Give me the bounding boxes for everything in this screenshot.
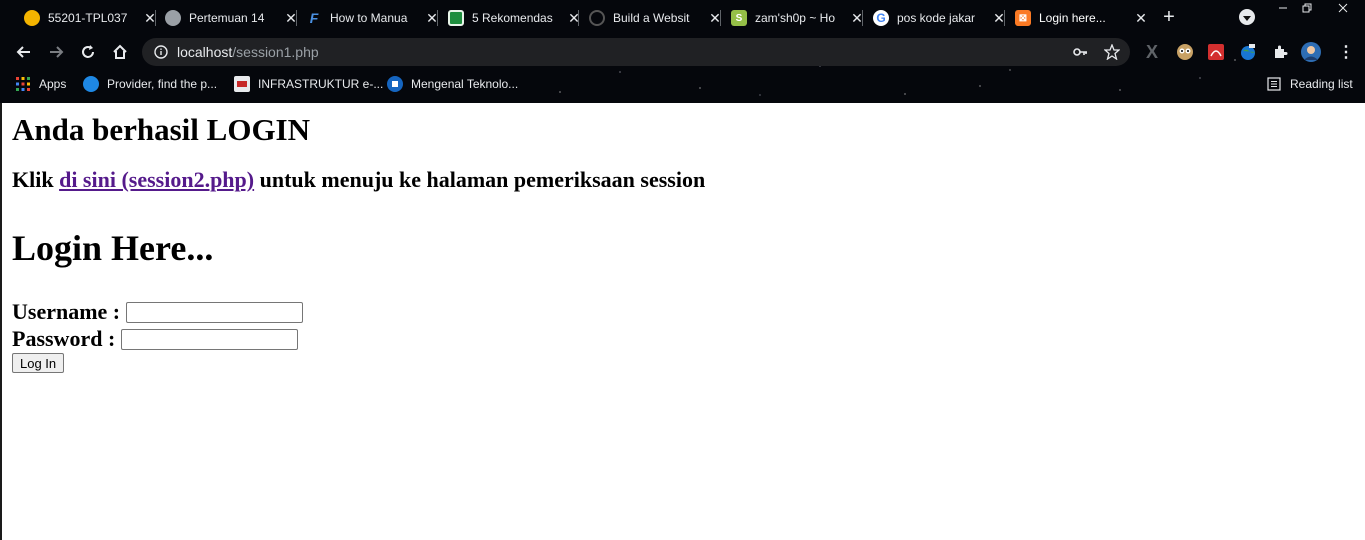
tab-title: Pertemuan 14 [189,11,265,25]
browser-chrome: 55201-TPL037 ✕ Pertemuan 14 ✕ F How to M… [0,0,1365,103]
reading-list-label: Reading list [1290,77,1353,91]
squarespace-icon [589,10,605,26]
earth-extension-icon[interactable] [1238,42,1258,62]
tab-1[interactable]: 55201-TPL037 ✕ [16,4,158,32]
login-button[interactable]: Log In [12,353,65,373]
password-row: Password : [12,326,299,352]
bookmarks-bar: Apps Provider, find the p... INFRASTRUKT… [0,70,1365,98]
tab-title: 5 Rekomendas [472,11,553,25]
tab-2[interactable]: Pertemuan 14 ✕ [157,4,299,32]
google-icon: G [873,10,889,26]
tab-title: 55201-TPL037 [48,11,128,25]
tab-4[interactable]: 5 Rekomendas ✕ [440,4,582,32]
key-icon[interactable] [1072,44,1088,60]
elementor-icon: F [309,10,319,26]
restore-icon[interactable] [1294,0,1320,16]
reload-icon[interactable] [76,40,100,64]
site-info-icon[interactable] [153,44,169,60]
bookmark-apps[interactable]: Apps [15,75,66,93]
url-host: localhost [177,44,233,60]
page-content: Anda berhasil LOGIN Klik di sini (sessio… [0,103,1365,540]
shopify-icon: S [731,10,747,26]
bookmark-mengenal[interactable]: Mengenal Teknolo... [387,75,518,93]
tab-5[interactable]: Build a Websit ✕ [581,4,723,32]
blue-square-icon [387,76,403,92]
tab-6[interactable]: S zam'sh0p ~ Ho ✕ [723,4,865,32]
username-input[interactable] [126,301,304,323]
url-path: /session1.php [232,44,319,60]
new-tab-plus-icon[interactable]: + [1158,6,1180,28]
tab-title: zam'sh0p ~ Ho [755,11,835,25]
reading-list-button[interactable]: Reading list [1266,75,1353,93]
doc-icon [234,76,250,92]
forward-arrow-icon[interactable] [44,40,68,64]
reading-list-icon [1266,76,1282,92]
success-heading: Anda berhasil LOGIN [12,112,311,147]
tab-7[interactable]: G pos kode jakar ✕ [865,4,1007,32]
xampp-icon: ⊠ [1015,10,1031,26]
username-row: Username : [12,299,304,325]
avatar[interactable] [1301,42,1321,62]
x-extension-icon[interactable]: X [1142,42,1162,62]
provider-icon [83,76,99,92]
tab-8-active[interactable]: ⊠ Login here... ✕ [1007,4,1149,32]
puzzle-extensions-icon[interactable] [1270,42,1290,62]
password-input[interactable] [121,328,299,350]
tab-title: Login here... [1039,11,1106,25]
session-notice: Klik di sini (session2.php) untuk menuju… [12,167,705,193]
bookmark-label: Mengenal Teknolo... [411,77,519,91]
close-icon[interactable]: ✕ [566,10,582,26]
bookmark-label: Provider, find the p... [107,77,218,91]
sheet-icon [448,10,464,26]
tab-title: Build a Websit [613,11,690,25]
moodle-icon [24,10,40,26]
minimize-icon[interactable] [1270,0,1296,16]
bookmark-provider[interactable]: Provider, find the p... [83,75,217,93]
menu-kebab-icon[interactable]: ⋮ [1336,42,1356,62]
bookmark-infrastruktur[interactable]: INFRASTRUKTUR e-... [234,75,383,93]
window-close-icon[interactable] [1330,0,1356,16]
notice-prefix: Klik [12,167,60,192]
url-text: localhost/session1.php [177,44,319,60]
tab-title: How to Manua [330,11,408,25]
globe-icon [165,10,181,26]
home-icon[interactable] [108,40,132,64]
username-label: Username : [12,299,121,324]
login-form-title: Login Here... [12,228,214,268]
owl-extension-icon[interactable] [1175,42,1195,62]
back-arrow-icon[interactable] [12,40,36,64]
session2-link[interactable]: di sini (session2.php) [59,167,254,192]
address-bar[interactable]: localhost/session1.php [142,38,1130,66]
close-icon[interactable]: ✕ [1133,10,1149,26]
password-label: Password : [12,326,116,351]
bookmark-star-icon[interactable] [1104,44,1120,60]
notice-suffix: untuk menuju ke halaman pemeriksaan sess… [254,167,706,192]
apps-grid-icon [15,76,31,92]
bookmark-label: Apps [39,77,67,91]
bookmark-label: INFRASTRUKTUR e-... [258,77,384,91]
tab-search-chevron-icon[interactable] [1239,9,1255,25]
pdf-extension-icon[interactable] [1206,42,1226,62]
tab-strip: 55201-TPL037 ✕ Pertemuan 14 ✕ F How to M… [0,0,1365,34]
tab-title: pos kode jakar [897,11,976,25]
tab-3[interactable]: F How to Manua ✕ [298,4,440,32]
